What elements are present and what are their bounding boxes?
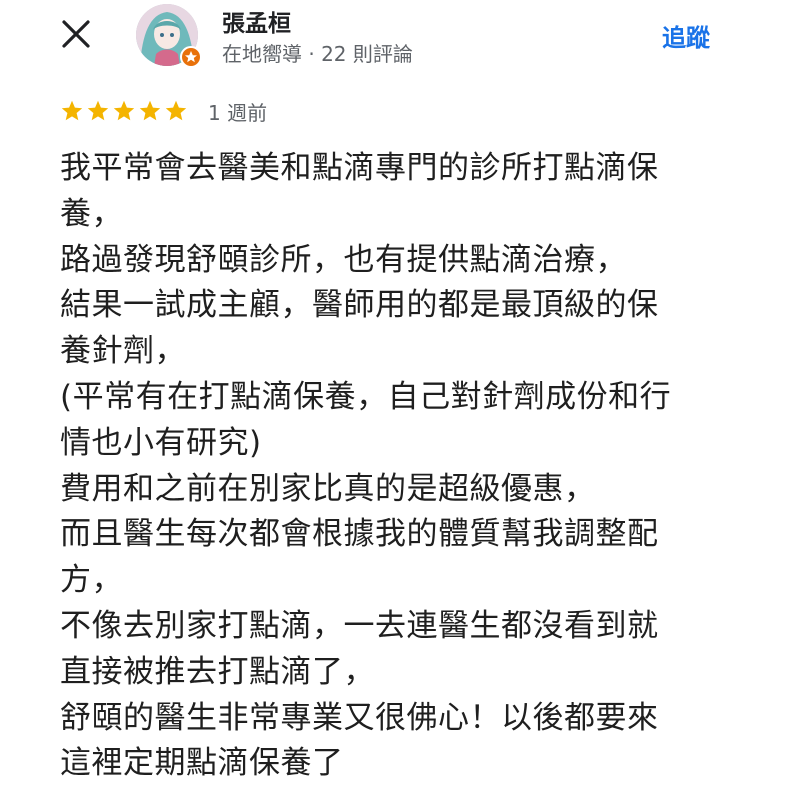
review-line: 舒頤的醫生非常專業又很佛心！以後都要來 <box>60 699 659 736</box>
review-line: 養， <box>60 195 123 232</box>
close-button[interactable] <box>58 16 94 52</box>
review-text: 我平常會去醫美和點滴專門的診所打點滴保 養， 路過發現舒頤診所，也有提供點滴治療， 結… <box>60 146 760 787</box>
rating-row: 1 週前 <box>60 96 267 126</box>
star-icon <box>112 99 136 123</box>
review-line: 養針劑， <box>60 333 186 370</box>
star-icon <box>164 99 188 123</box>
reviewer-meta: 在地嚮導 · 22 則評論 <box>222 42 413 66</box>
review-line: 我平常會去醫美和點滴專門的診所打點滴保 <box>60 150 659 186</box>
local-guide-badge-icon <box>180 46 202 68</box>
review-line: 而且醫生每次都會根據我的體質幫我調整配 <box>60 516 659 553</box>
review-time: 1 週前 <box>208 100 268 125</box>
follow-button[interactable]: 追蹤 <box>662 18 710 53</box>
review-header: 張孟桓 在地嚮導 · 22 則評論 追蹤 <box>0 0 800 80</box>
review-line: 情也小有研究) <box>60 424 262 461</box>
close-icon <box>62 20 90 48</box>
review-line: 路過發現舒頤診所，也有提供點滴治療， <box>60 241 627 278</box>
review-line: 直接被推去打點滴了， <box>60 653 375 690</box>
star-icon <box>138 99 162 123</box>
star-rating <box>60 99 188 123</box>
star-icon <box>86 99 110 123</box>
star-icon <box>60 99 84 123</box>
review-line: (平常有在打點滴保養，自己對針劑成份和行 <box>60 378 672 415</box>
reviewer-avatar[interactable] <box>136 4 202 70</box>
review-line: 方， <box>60 562 123 599</box>
reviewer-name[interactable]: 張孟桓 <box>222 4 291 38</box>
review-line: 費用和之前在別家比真的是超級優惠， <box>60 470 596 507</box>
review-line: 不像去別家打點滴，一去連醫生都沒看到就 <box>60 607 659 644</box>
review-line: 結果一試成主顧，醫師用的都是最頂級的保 <box>60 287 659 324</box>
review-line: 這裡定期點滴保養了 <box>60 745 344 782</box>
